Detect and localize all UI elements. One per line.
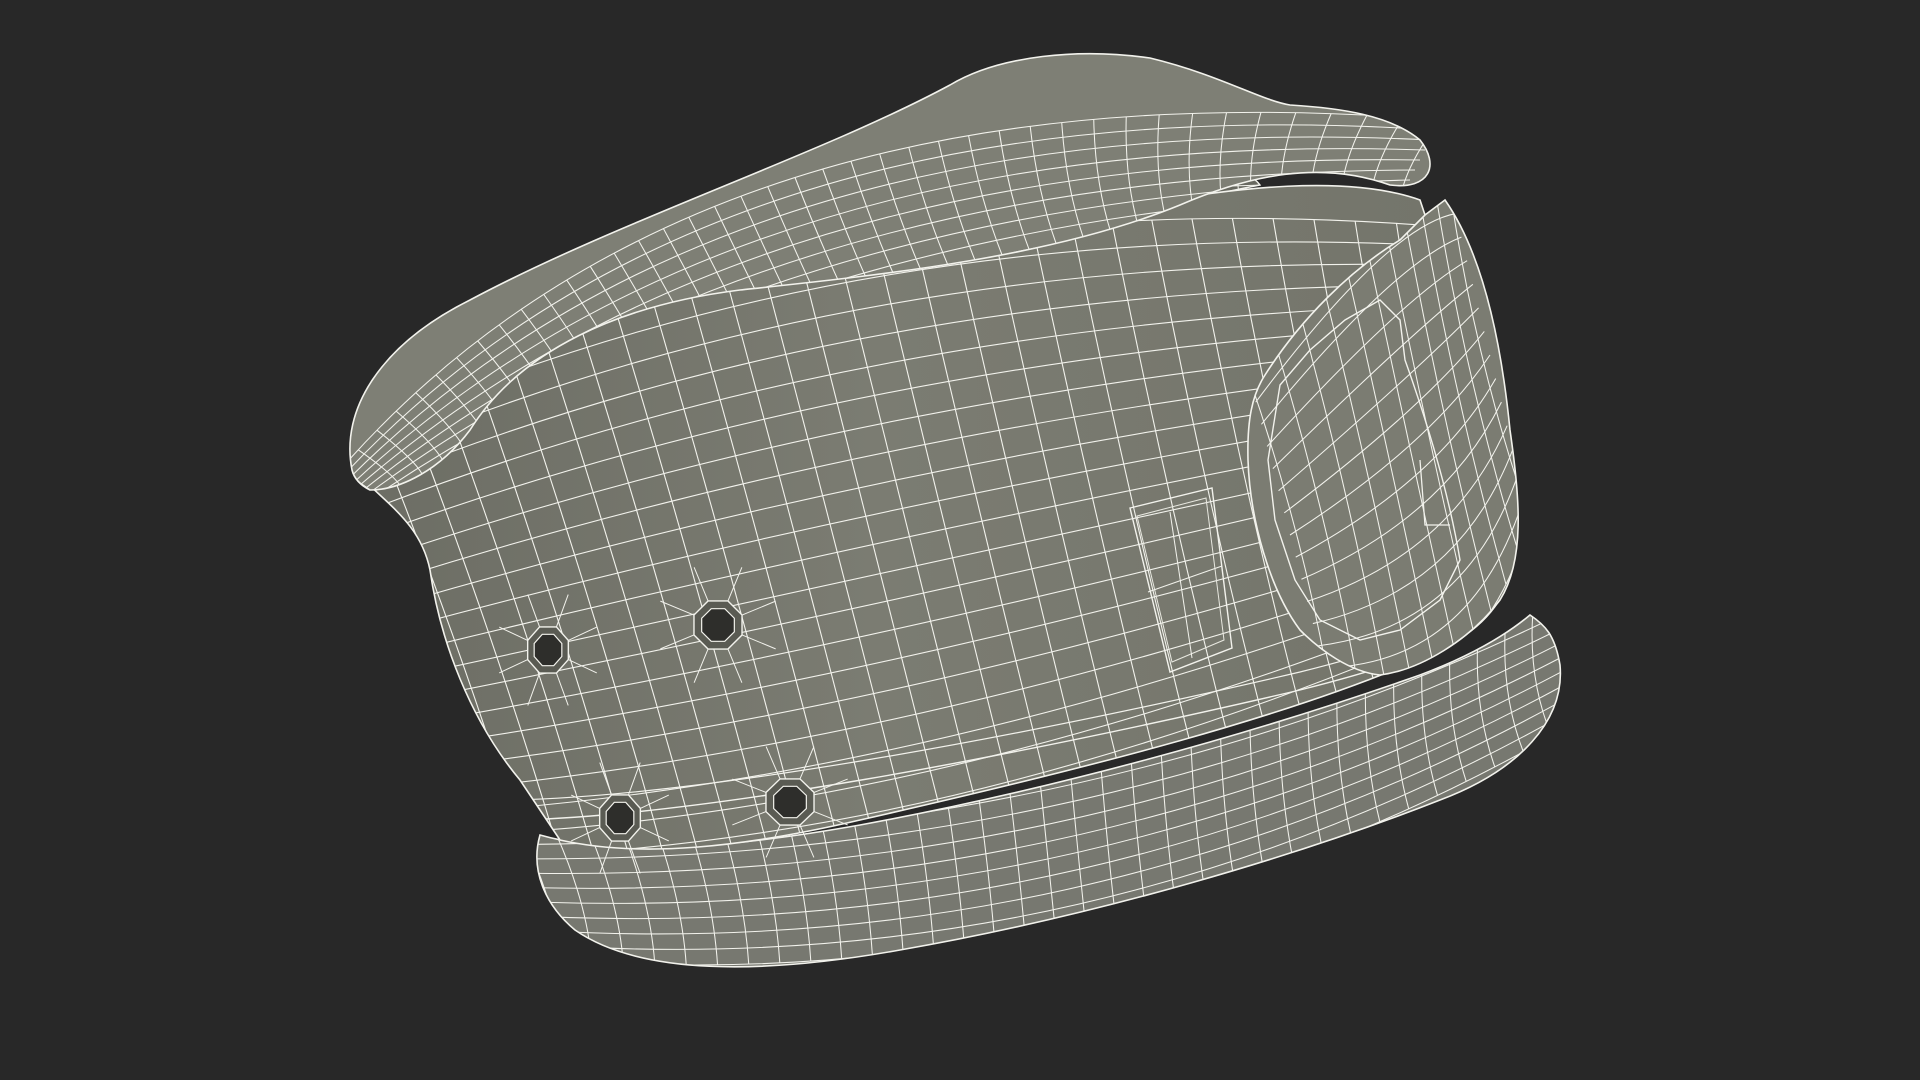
3d-viewport[interactable] <box>0 0 1920 1080</box>
collar-wireframe-render <box>349 52 1562 968</box>
wire-edge <box>1558 615 1561 721</box>
